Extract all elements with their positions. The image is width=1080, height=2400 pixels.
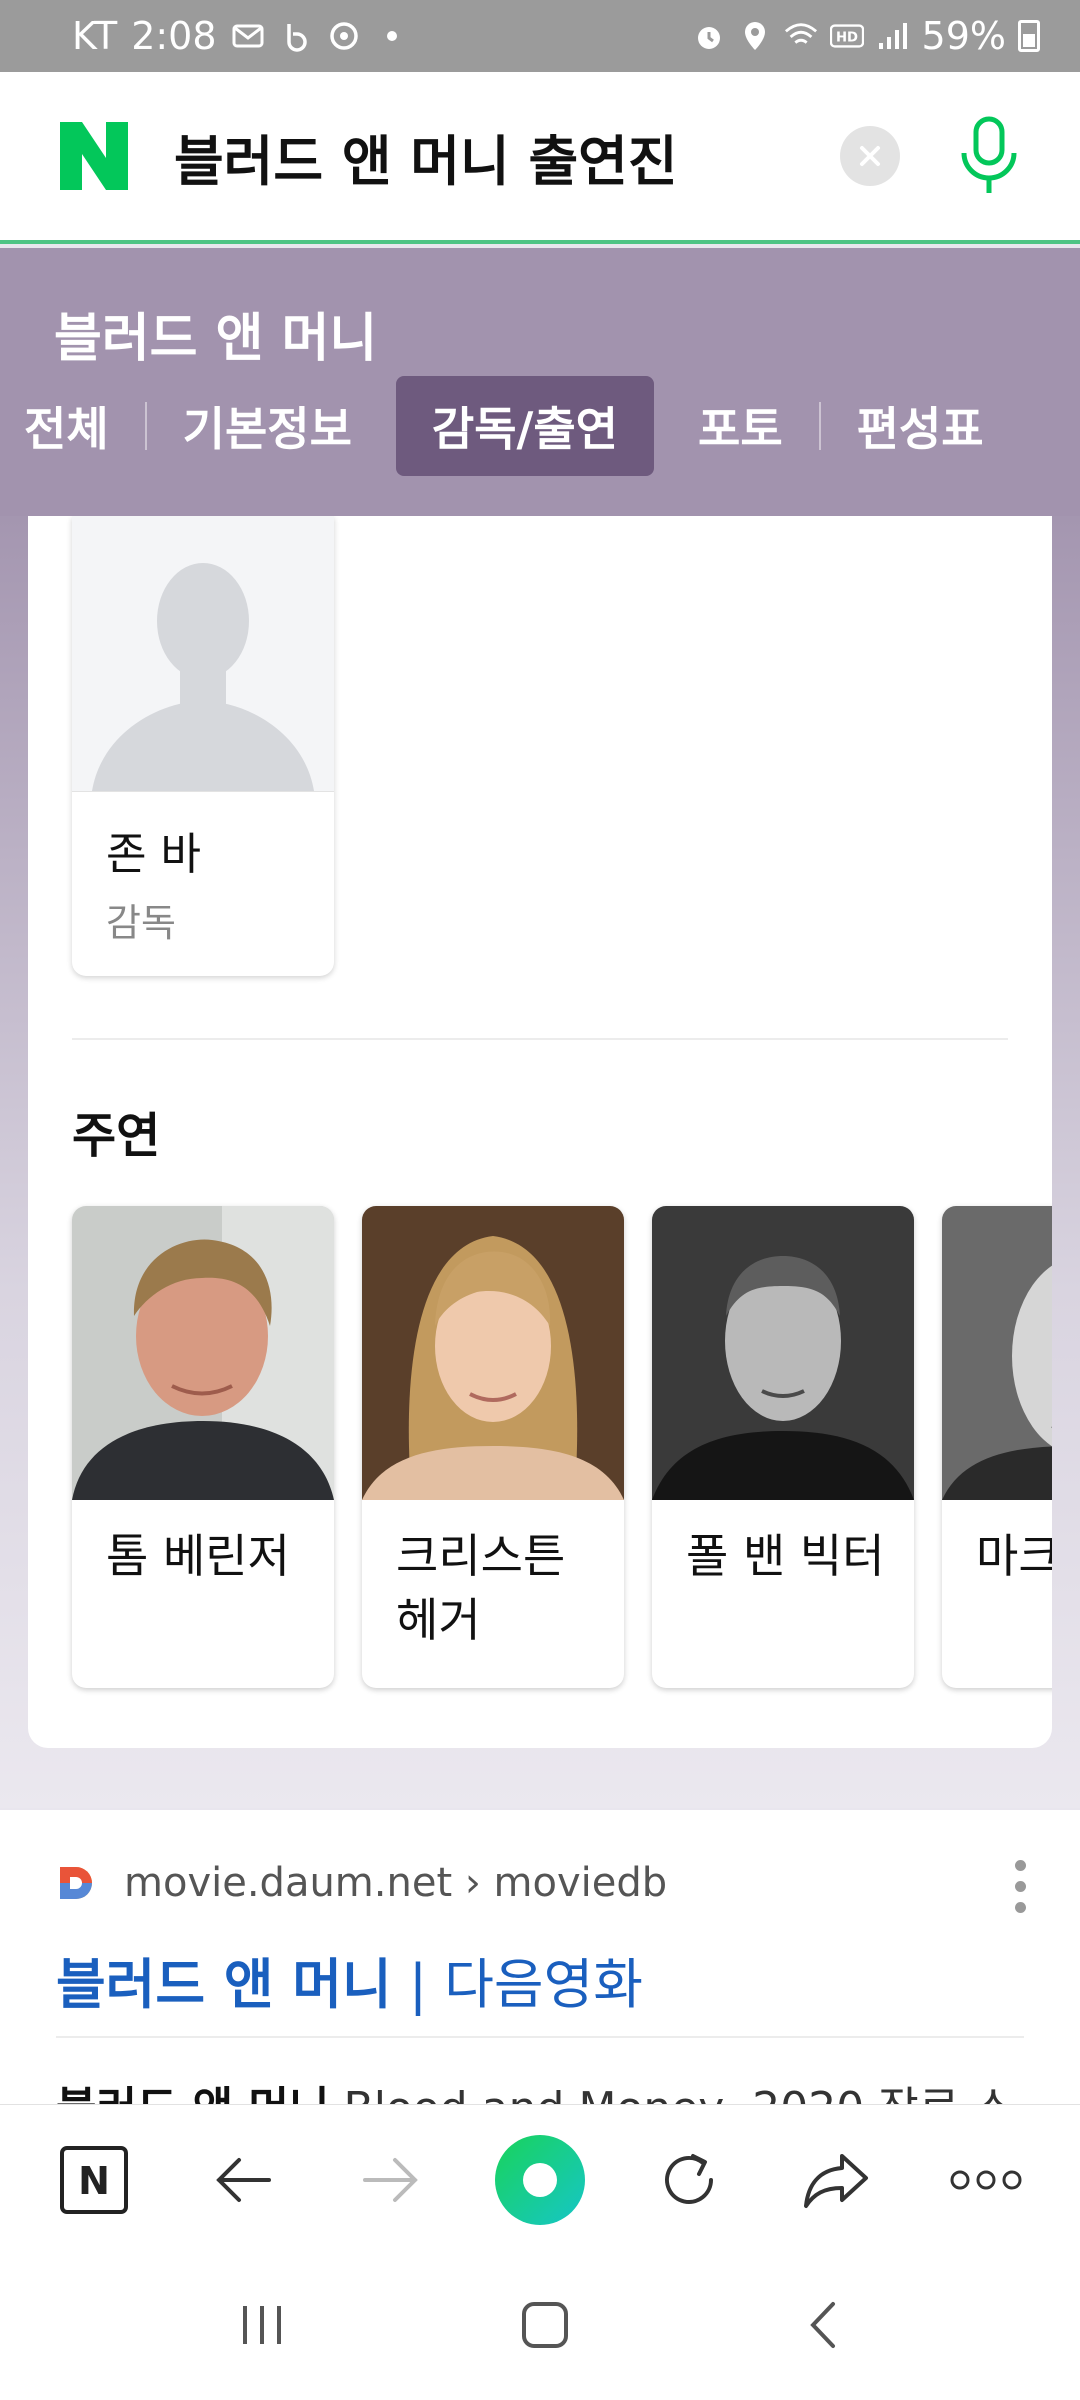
cast-card[interactable]: 마크 시슨 — [942, 1206, 1052, 1688]
actor-name: 크리스튼 헤거 — [396, 1529, 566, 1647]
profile-placeholder-icon — [72, 516, 334, 792]
result-title-bold: 블러드 앤 머니 — [56, 1953, 392, 2016]
recent-apps-icon — [242, 2306, 281, 2344]
system-back-button[interactable] — [803, 2300, 843, 2354]
back-button[interactable] — [198, 2135, 288, 2225]
home-icon — [521, 2302, 568, 2348]
svg-text:N: N — [78, 2159, 110, 2203]
refresh-icon — [664, 2153, 713, 2204]
tab-schedule[interactable]: 편성표 — [821, 376, 1020, 476]
close-icon — [860, 146, 880, 166]
movie-title[interactable]: 블러드 앤 머니 — [54, 296, 377, 371]
actor-name: 톰 베린저 — [106, 1529, 290, 1583]
home-button[interactable] — [520, 2300, 570, 2354]
cast-card[interactable]: 폴 밴 빅터 — [652, 1206, 914, 1688]
search-bar: 블러드 앤 머니 출연진 — [0, 72, 1080, 244]
daum-logo-icon — [60, 1867, 92, 1899]
signal-icon — [876, 19, 910, 53]
system-navigation-bar — [0, 2254, 1080, 2400]
director-card[interactable]: 존 바 감독 — [72, 516, 334, 976]
result-divider — [56, 2036, 1024, 2038]
share-button[interactable] — [792, 2135, 882, 2225]
more-dots-icon — [950, 2170, 1022, 2189]
more-options-icon[interactable] — [1012, 1860, 1028, 1913]
cast-card[interactable]: 톰 베린저 — [72, 1206, 334, 1688]
director-role: 감독 — [106, 901, 176, 945]
actor-photo — [942, 1206, 1052, 1500]
tab-all[interactable]: 전체 — [0, 376, 145, 476]
microphone-icon — [961, 116, 1017, 193]
share-icon — [804, 2153, 869, 2208]
refresh-button[interactable] — [644, 2135, 734, 2225]
clear-search-button[interactable] — [840, 126, 900, 186]
forward-button[interactable] — [346, 2135, 436, 2225]
svg-text:HD: HD — [836, 31, 858, 46]
band-app-icon — [279, 19, 313, 53]
tab-basic-info[interactable]: 기본정보 — [147, 376, 388, 476]
mail-icon — [231, 19, 265, 53]
clock: 2:08 — [131, 14, 217, 58]
arrow-right-icon — [363, 2157, 419, 2202]
cast-section-title: 주연 — [72, 1108, 161, 1164]
actor-photo — [72, 1206, 334, 1500]
director-name: 존 바 — [106, 829, 201, 880]
tab-director-cast[interactable]: 감독/출연 — [395, 376, 655, 476]
more-menu-button[interactable] — [941, 2135, 1031, 2225]
green-dot-icon — [522, 2162, 557, 2197]
result-header: 블러드 앤 머니 전체 기본정보 감독/출연 포토 편성표 — [0, 248, 1080, 516]
naver-n-icon: N — [60, 2145, 129, 2214]
search-result[interactable]: movie.daum.net › moviedb 블러드 앤 머니 | 다음영화… — [0, 1810, 1080, 2134]
voice-search-button[interactable] — [954, 114, 1024, 198]
cast-card[interactable]: 크리스튼 헤거 — [362, 1206, 624, 1688]
dot-icon — [375, 19, 409, 53]
result-url: movie.daum.net › moviedb — [124, 1860, 668, 1906]
naver-logo-icon[interactable] — [56, 118, 132, 194]
result-title-link[interactable]: 블러드 앤 머니 | 다음영화 — [56, 1940, 643, 2019]
status-bar: KT 2:08 HD 59% — [0, 0, 1080, 72]
hd-voice-icon: HD — [829, 19, 864, 53]
cast-card-panel: 존 바 감독 주연 톰 베린저 크리스튼 헤거 폴 밴 빅터 마크 — [28, 516, 1052, 1748]
chevron-left-icon — [810, 2302, 836, 2348]
actor-photo — [652, 1206, 914, 1500]
naver-home-button[interactable]: N — [49, 2135, 139, 2225]
alarm-icon — [692, 19, 726, 53]
actor-photo — [362, 1206, 624, 1500]
location-icon — [738, 19, 772, 53]
result-source[interactable]: movie.daum.net › moviedb — [56, 1860, 667, 1906]
tab-bar: 전체 기본정보 감독/출연 포토 편성표 — [0, 376, 1020, 476]
actor-name: 폴 밴 빅터 — [686, 1529, 885, 1583]
arrow-left-icon — [216, 2157, 271, 2202]
carrier-label: KT — [72, 14, 118, 58]
cast-carousel[interactable]: 톰 베린저 크리스튼 헤거 폴 밴 빅터 마크 — [72, 1206, 1052, 1688]
battery-icon — [1018, 20, 1040, 52]
wifi-icon — [784, 19, 818, 53]
battery-percent: 59% — [921, 14, 1006, 58]
app-notification-icon — [327, 19, 361, 53]
result-title-rest: | 다음영화 — [391, 1953, 643, 2016]
search-input[interactable]: 블러드 앤 머니 출연진 — [174, 117, 840, 196]
tab-photo[interactable]: 포토 — [662, 376, 819, 476]
green-dot-button[interactable] — [494, 2134, 585, 2225]
section-divider — [72, 1038, 1008, 1040]
actor-name: 마크 시슨 — [976, 1529, 1052, 1583]
browser-toolbar: N — [0, 2104, 1080, 2254]
recent-apps-button[interactable] — [237, 2302, 287, 2352]
